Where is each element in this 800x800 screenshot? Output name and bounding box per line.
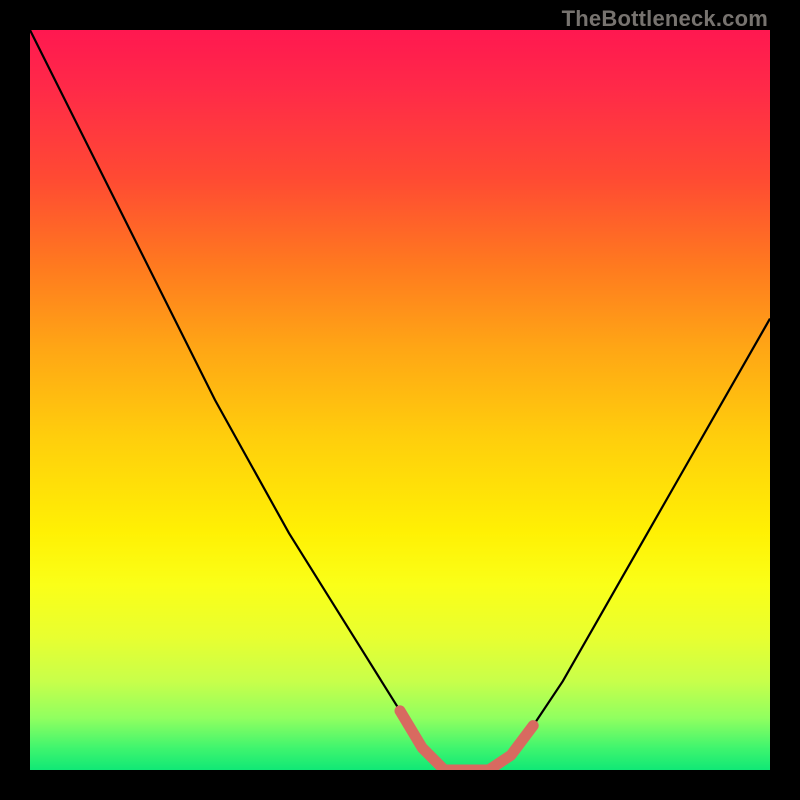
watermark-text: TheBottleneck.com — [562, 6, 768, 32]
chart-frame: TheBottleneck.com — [0, 0, 800, 800]
curve-layer — [30, 30, 770, 770]
bottleneck-curve — [30, 30, 770, 770]
optimal-zone-highlight — [400, 711, 533, 770]
